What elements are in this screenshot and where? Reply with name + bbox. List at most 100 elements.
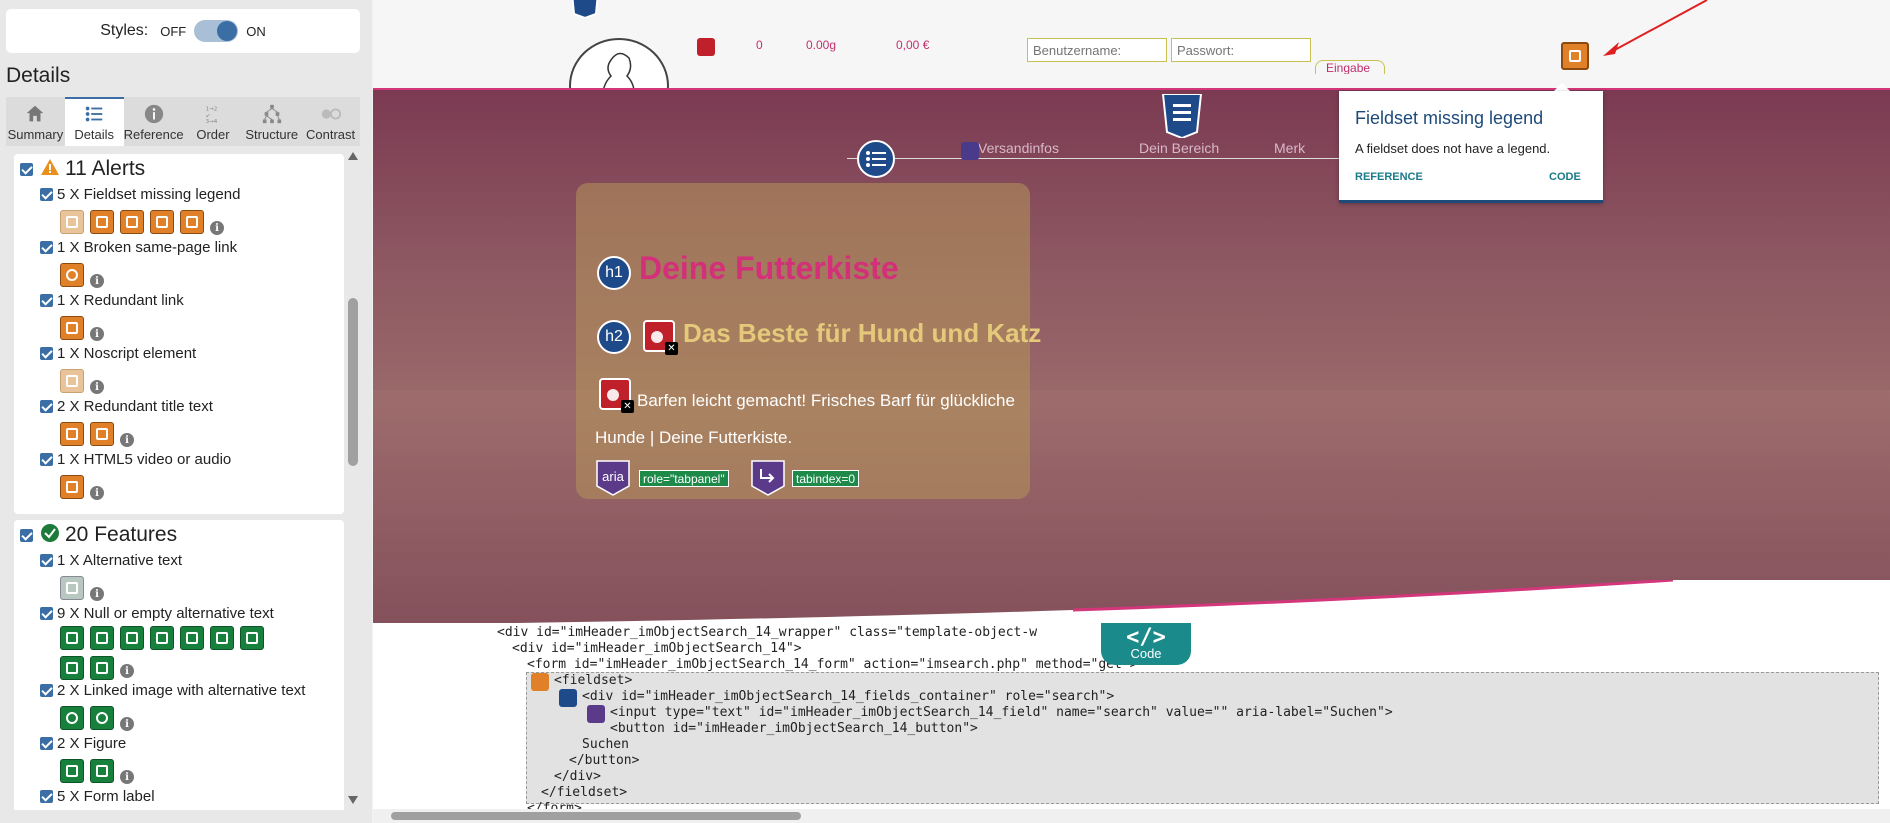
figure-icon[interactable] [60,759,84,783]
info-icon [143,102,165,126]
fieldset-icon[interactable] [60,210,84,234]
horizontal-scroll-thumb[interactable] [391,812,801,820]
password-field[interactable] [1171,38,1311,62]
item-checkbox[interactable] [40,293,53,307]
item-checkbox[interactable] [40,346,53,360]
fieldset-icon[interactable] [1561,42,1589,70]
fieldset-icon[interactable] [150,210,174,234]
contrast-icon [320,102,342,126]
input-tab[interactable]: Eingabe [1315,60,1385,74]
nav-item-dein-bereich[interactable]: Dein Bereich [1139,140,1219,156]
item-checkbox[interactable] [40,606,53,620]
panel-scrollbar[interactable] [348,298,358,466]
item-checkbox[interactable] [40,736,53,750]
fieldset-icon[interactable] [531,673,549,691]
video-icon[interactable]: ✕ [643,320,678,355]
tab-contrast[interactable]: Contrast [301,97,360,146]
item-checkbox[interactable] [40,553,53,567]
redundant-title-icon[interactable] [90,422,114,446]
styles-toggle-card: Styles: OFF ON [6,9,360,53]
code-line: <button id="imHeader_imObjectSearch_14_b… [610,721,978,736]
info-icon[interactable]: i [120,433,134,447]
username-field[interactable] [1027,38,1167,62]
linked-image-icon[interactable] [60,706,84,730]
tab-contrast-label: Contrast [306,127,356,142]
search-icon[interactable] [559,689,577,707]
item-checkbox[interactable] [40,683,53,697]
nav-item-merk[interactable]: Merk [1274,140,1305,156]
item-checkbox[interactable] [40,452,53,466]
empty-alt-icon[interactable] [120,626,144,650]
item-label: 2 X Linked image with alternative text [57,681,306,699]
scroll-down-icon[interactable] [348,796,358,804]
tab-structure[interactable]: Structure [242,97,301,146]
redundant-title-icon[interactable] [60,422,84,446]
redundant-link-icon[interactable] [60,316,84,340]
structure-icon [261,102,283,126]
empty-alt-icon[interactable] [210,626,234,650]
heading-badge-icon[interactable]: h1 [597,256,631,290]
aria-icon[interactable]: aria [596,460,630,496]
info-icon[interactable]: i [90,380,104,394]
home-icon [24,102,46,126]
link-icon[interactable] [961,142,979,160]
info-icon[interactable]: i [90,274,104,288]
figure-icon[interactable] [90,759,114,783]
svg-text:↙: ↙ [206,113,211,119]
empty-alt-icon[interactable] [240,626,264,650]
video-icon[interactable] [60,475,84,499]
info-icon[interactable]: i [120,664,134,678]
item-checkbox[interactable] [40,240,53,254]
styles-label: Styles: [100,22,149,39]
cart-icon[interactable] [697,38,715,56]
noscript-icon[interactable] [60,369,84,393]
empty-alt-icon[interactable] [90,656,114,680]
cart-count: 0 [756,38,763,52]
info-icon[interactable]: i [90,587,104,601]
empty-alt-icon[interactable] [90,626,114,650]
empty-alt-icon[interactable] [150,626,174,650]
css-icon[interactable] [1161,93,1203,140]
reference-link[interactable]: REFERENCE [1355,171,1423,183]
fieldset-icon[interactable] [180,210,204,234]
item-label: 9 X Null or empty alternative text [57,604,274,622]
info-icon[interactable]: i [120,717,134,731]
fieldset-icon[interactable] [120,210,144,234]
hero-paragraph: Barfen leicht gemacht! Frisches Barf für… [595,382,1035,456]
features-section: 20 Features 1 X Alternative text i 9 X N… [14,520,344,810]
info-icon[interactable]: i [90,486,104,500]
tab-details-label: Details [74,127,115,142]
info-icon[interactable]: i [210,221,224,235]
list-icon [83,102,105,126]
tab-details[interactable]: Details [64,97,124,146]
linked-image-icon[interactable] [90,706,114,730]
item-checkbox[interactable] [40,187,53,201]
alerts-checkbox[interactable] [20,162,33,176]
svg-text:1→2: 1→2 [206,106,218,112]
broken-link-icon[interactable] [60,263,84,287]
item-checkbox[interactable] [40,399,53,413]
code-link[interactable]: CODE [1549,171,1581,183]
tag-icon[interactable] [587,705,605,723]
tabindex-icon[interactable] [751,460,785,496]
empty-alt-icon[interactable] [60,656,84,680]
tab-order[interactable]: 1→2 ↙ 3→4 Order [184,97,243,146]
nav-item-versandinfos[interactable]: Versandinfos [978,140,1059,156]
tab-summary[interactable]: Summary [6,97,65,146]
image-icon[interactable] [60,576,84,600]
tab-reference[interactable]: Reference [124,97,184,146]
empty-alt-icon[interactable] [180,626,204,650]
info-icon[interactable]: i [90,327,104,341]
empty-alt-icon[interactable] [60,626,84,650]
code-toggle-button[interactable]: </> Code [1101,623,1191,665]
item-checkbox[interactable] [40,789,53,803]
heading-badge-icon[interactable]: h2 [597,320,631,354]
css-icon[interactable] [569,0,609,24]
features-checkbox[interactable] [20,528,33,542]
styles-toggle-switch[interactable] [194,20,239,42]
scroll-up-icon[interactable] [348,152,358,160]
fieldset-icon[interactable] [90,210,114,234]
info-icon[interactable]: i [120,770,134,784]
attribute-tag: tabindex=0 [792,470,860,487]
list-icon[interactable] [857,140,895,178]
